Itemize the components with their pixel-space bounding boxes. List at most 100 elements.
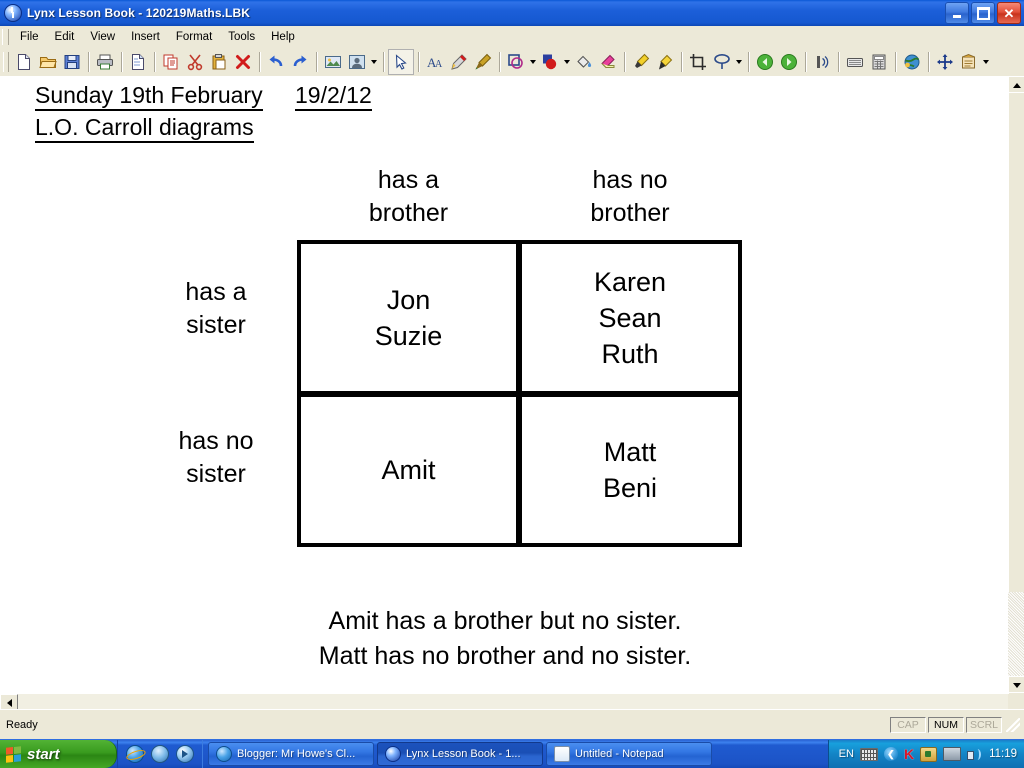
status-badge-scrl: SCRL bbox=[966, 717, 1002, 733]
highlighter-icon[interactable] bbox=[629, 50, 653, 74]
internet-explorer-icon[interactable] bbox=[126, 745, 144, 763]
print-icon[interactable] bbox=[93, 50, 117, 74]
taskbar-item-notepad[interactable]: Untitled - Notepad bbox=[546, 742, 712, 766]
paste-clipboard-icon[interactable] bbox=[207, 50, 231, 74]
toolbar-separator bbox=[121, 52, 122, 72]
name-item: Matt bbox=[603, 437, 657, 467]
status-badge-num: NUM bbox=[928, 717, 964, 733]
close-button[interactable]: ✕ bbox=[997, 2, 1021, 24]
brush-tool-icon[interactable] bbox=[471, 50, 495, 74]
menu-item-format[interactable]: Format bbox=[168, 29, 220, 45]
pen-tool-icon[interactable] bbox=[447, 50, 471, 74]
toolbar-overflow-arrow-icon[interactable] bbox=[981, 50, 991, 74]
taskbar-item-lynx-lesson-book[interactable]: Lynx Lesson Book - 1... bbox=[377, 742, 543, 766]
eraser-icon[interactable] bbox=[596, 50, 620, 74]
crop-icon[interactable] bbox=[686, 50, 710, 74]
onscreen-keyboard-icon[interactable] bbox=[859, 747, 878, 761]
network-activity-icon[interactable] bbox=[943, 747, 962, 761]
delete-cross-icon[interactable] bbox=[231, 50, 255, 74]
save-disk-icon[interactable] bbox=[60, 50, 84, 74]
menu-item-tools[interactable]: Tools bbox=[220, 29, 263, 45]
fill-dropdown-arrow-icon[interactable] bbox=[562, 50, 572, 74]
menu-item-insert[interactable]: Insert bbox=[123, 29, 168, 45]
taskbar-clock[interactable]: 11:19 bbox=[987, 748, 1017, 760]
start-button[interactable]: start bbox=[0, 740, 117, 768]
shape-outline-icon[interactable] bbox=[504, 50, 528, 74]
horizontal-scrollbar[interactable] bbox=[0, 693, 1008, 712]
toolbar-separator bbox=[838, 52, 839, 72]
language-indicator[interactable]: EN bbox=[839, 748, 854, 760]
next-page-icon[interactable] bbox=[777, 50, 801, 74]
cell-brother-no-sister[interactable]: Amit bbox=[297, 393, 520, 547]
media-player-icon[interactable] bbox=[176, 745, 194, 763]
new-document-icon[interactable] bbox=[12, 50, 36, 74]
shape-dropdown-arrow-icon[interactable] bbox=[528, 50, 538, 74]
lesson-page: Sunday 19th February 19/2/12 L.O. Carrol… bbox=[1, 76, 1009, 694]
menu-drag-grip[interactable] bbox=[2, 29, 9, 45]
wireless-signal-icon[interactable] bbox=[810, 50, 834, 74]
vertical-scroll-thumb[interactable] bbox=[1008, 92, 1024, 594]
copy-icon[interactable] bbox=[159, 50, 183, 74]
calculator-icon[interactable] bbox=[867, 50, 891, 74]
toolbar-drag-grip[interactable] bbox=[3, 52, 9, 72]
vertical-scrollbar[interactable] bbox=[1007, 76, 1024, 710]
windows-taskbar: start Blogger: Mr Howe's Cl... Lynx Less… bbox=[0, 739, 1024, 768]
svg-text:A: A bbox=[435, 59, 443, 70]
column-header-has-no-brother-line1: has no bbox=[592, 166, 668, 194]
insert-portrait-icon[interactable] bbox=[345, 50, 369, 74]
name-item: Suzie bbox=[374, 320, 443, 351]
security-center-icon[interactable] bbox=[920, 746, 938, 762]
toolbar-separator bbox=[154, 52, 155, 72]
minimize-icon bbox=[953, 15, 961, 18]
show-hidden-icons-chevron[interactable]: ❮ bbox=[883, 747, 898, 761]
toolbar-separator bbox=[895, 52, 896, 72]
redo-arrow-icon[interactable] bbox=[288, 50, 312, 74]
volume-icon[interactable] bbox=[967, 748, 982, 761]
resize-grip[interactable] bbox=[1006, 718, 1020, 732]
menu-item-view[interactable]: View bbox=[82, 29, 123, 45]
menu-item-edit[interactable]: Edit bbox=[47, 29, 83, 45]
insert-dropdown-arrow-icon[interactable] bbox=[369, 50, 379, 74]
toolbar-separator bbox=[316, 52, 317, 72]
column-header-has-a-brother-line1: has a bbox=[377, 166, 440, 194]
window-controls: ✕ bbox=[945, 2, 1024, 24]
maximize-icon bbox=[976, 6, 990, 20]
minimize-button[interactable] bbox=[945, 2, 969, 24]
toolbar-separator bbox=[88, 52, 89, 72]
menu-item-help[interactable]: Help bbox=[263, 29, 303, 45]
cell-no-brother-sister[interactable]: Karen Sean Ruth bbox=[518, 240, 742, 395]
cell-no-brother-sister-names: Karen Sean Ruth bbox=[594, 264, 666, 372]
lesson-page-canvas[interactable]: Sunday 19th February 19/2/12 L.O. Carrol… bbox=[0, 76, 1009, 694]
taskbar-task-list: Blogger: Mr Howe's Cl... Lynx Lesson Boo… bbox=[203, 742, 828, 766]
text-tool-icon[interactable]: AA bbox=[423, 50, 447, 74]
cell-no-brother-no-sister[interactable]: Matt Beni bbox=[518, 393, 742, 547]
move-tool-icon[interactable] bbox=[933, 50, 957, 74]
windows-flag-icon bbox=[6, 745, 21, 763]
previous-page-icon[interactable] bbox=[753, 50, 777, 74]
status-indicators: CAP NUM SCRL bbox=[888, 717, 1024, 733]
fill-shape-icon[interactable] bbox=[538, 50, 562, 74]
cell-brother-sister[interactable]: Jon Suzie bbox=[297, 240, 520, 395]
open-folder-icon[interactable] bbox=[36, 50, 60, 74]
select-pointer-icon[interactable] bbox=[388, 49, 414, 75]
marker-icon[interactable] bbox=[653, 50, 677, 74]
tools-dropdown-arrow-icon[interactable] bbox=[734, 50, 744, 74]
carroll-diagram-grid: Jon Suzie Karen Sean Ruth Amit Matt Beni bbox=[297, 240, 742, 547]
menu-item-file[interactable]: File bbox=[12, 29, 47, 45]
name-item: Amit bbox=[381, 455, 436, 485]
cut-scissors-icon[interactable] bbox=[183, 50, 207, 74]
undo-arrow-icon[interactable] bbox=[264, 50, 288, 74]
cell-brother-no-sister-names: Amit bbox=[382, 452, 436, 488]
maximize-button[interactable] bbox=[971, 2, 995, 24]
lesson-notes-icon[interactable] bbox=[957, 50, 981, 74]
paint-bucket-icon[interactable] bbox=[572, 50, 596, 74]
spotlight-icon[interactable] bbox=[710, 50, 734, 74]
show-desktop-icon[interactable] bbox=[151, 745, 169, 763]
kaspersky-k-icon[interactable]: K bbox=[904, 747, 914, 761]
vertical-scroll-track[interactable] bbox=[1008, 592, 1024, 678]
globe-internet-icon[interactable] bbox=[900, 50, 924, 74]
taskbar-item-blogger[interactable]: Blogger: Mr Howe's Cl... bbox=[208, 742, 374, 766]
onscreen-keyboard-icon[interactable] bbox=[843, 50, 867, 74]
new-page-icon[interactable] bbox=[126, 50, 150, 74]
insert-picture-icon[interactable] bbox=[321, 50, 345, 74]
